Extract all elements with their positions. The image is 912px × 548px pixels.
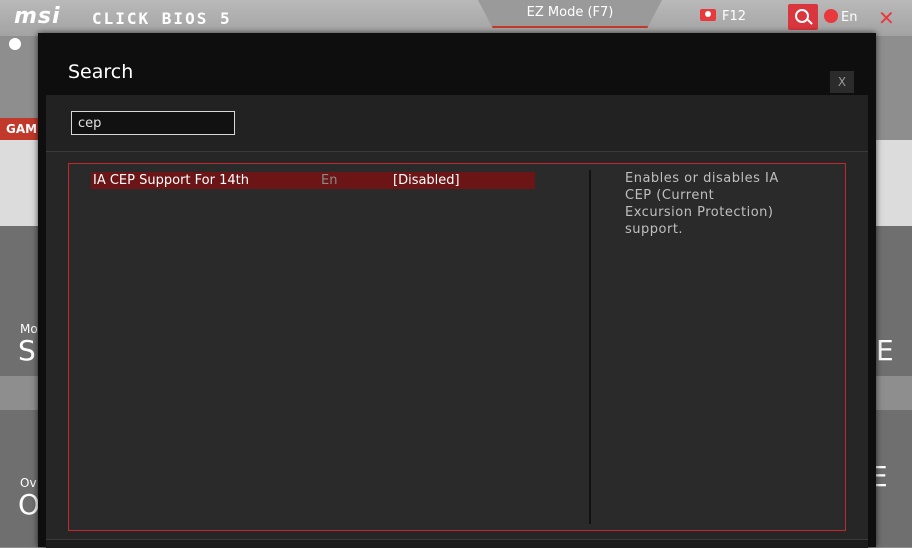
search-dialog: Search X IA CEP Support For 14th En [Dis… bbox=[38, 33, 876, 548]
language-label: En bbox=[841, 10, 858, 25]
result-abbr: En bbox=[321, 173, 338, 188]
close-icon[interactable]: ✕ bbox=[878, 6, 895, 30]
dialog-close-button[interactable]: X bbox=[830, 71, 854, 93]
background-right-panel bbox=[876, 140, 912, 226]
language-button[interactable]: En bbox=[824, 9, 857, 25]
result-row[interactable]: IA CEP Support For 14th En [Disabled] bbox=[91, 172, 535, 189]
background-game-tab: GAMI bbox=[0, 118, 42, 140]
help-text: Enables or disables IA CEP (Current Excu… bbox=[625, 171, 779, 237]
search-icon bbox=[795, 9, 809, 23]
top-bar: msi CLICK BIOS 5 EZ Mode (F7) F12 En ✕ bbox=[0, 0, 912, 36]
screenshot-button[interactable]: F12 bbox=[700, 9, 746, 24]
result-value[interactable]: [Disabled] bbox=[393, 173, 460, 188]
search-area bbox=[46, 95, 868, 152]
results-panel: IA CEP Support For 14th En [Disabled] En… bbox=[68, 163, 846, 531]
search-button[interactable] bbox=[788, 4, 818, 30]
camera-icon bbox=[700, 9, 716, 21]
background-left-panel bbox=[0, 140, 40, 226]
msi-logo: msi bbox=[14, 4, 61, 29]
result-name: IA CEP Support For 14th bbox=[93, 173, 249, 188]
ez-mode-tab[interactable]: EZ Mode (F7) bbox=[478, 0, 662, 28]
search-input[interactable] bbox=[71, 111, 235, 135]
dialog-body: IA CEP Support For 14th En [Disabled] En… bbox=[46, 95, 868, 548]
background-letter-2: E bbox=[876, 334, 894, 367]
panel-divider bbox=[589, 170, 591, 524]
clock-icon bbox=[9, 38, 21, 50]
screenshot-label: F12 bbox=[722, 9, 747, 24]
product-title: CLICK BIOS 5 bbox=[92, 9, 232, 28]
dialog-title: Search bbox=[68, 61, 134, 83]
globe-icon bbox=[824, 9, 838, 23]
background-letter-3: O bbox=[18, 488, 41, 521]
